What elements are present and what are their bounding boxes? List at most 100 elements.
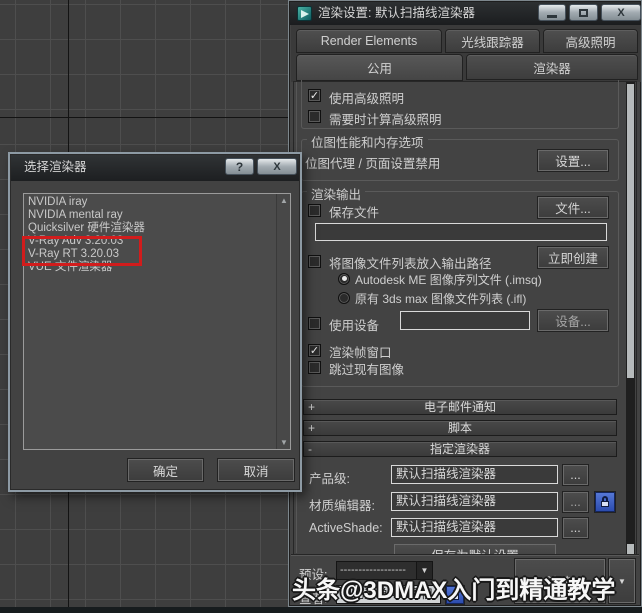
legacy-ifl-radio[interactable]	[338, 292, 350, 304]
compute-advanced-lighting-checkbox[interactable]	[308, 110, 321, 123]
tab-label: 渲染器	[533, 61, 571, 76]
radio-dot-icon	[341, 276, 347, 281]
choose-renderer-dialog: 选择渲染器 ? X NVIDIA iray NVIDIA mental ray …	[8, 152, 302, 492]
minimize-icon	[547, 14, 557, 18]
rollout-title: 指定渲染器	[429, 442, 490, 456]
minimize-button[interactable]	[538, 4, 566, 21]
autodesk-me-radio-label[interactable]: Autodesk ME 图像序列文件 (.imsq)	[355, 271, 542, 288]
render-output-group-title: 渲染输出	[307, 184, 366, 203]
list-item[interactable]: NVIDIA mental ray	[24, 209, 290, 222]
compute-advanced-lighting-label[interactable]: 需要时计算高级照明	[329, 109, 442, 128]
rollout-title: 电子邮件通知	[423, 400, 496, 414]
close-button[interactable]: X	[601, 4, 641, 21]
choose-renderer-titlebar[interactable]: 选择渲染器	[11, 155, 299, 181]
dialog-close-button[interactable]: X	[257, 158, 297, 175]
image-file-list-label[interactable]: 将图像文件列表放入输出路径	[329, 253, 492, 272]
render-frame-window-checkbox[interactable]: ✓	[308, 344, 321, 357]
use-device-label[interactable]: 使用设备	[329, 315, 379, 334]
button-label: ...	[570, 521, 581, 535]
watermark-text: 头条@3DMAX入门到精通教学	[292, 577, 616, 604]
tab-common[interactable]: 公用	[296, 54, 463, 81]
cancel-button[interactable]: 取消	[218, 459, 294, 481]
button-label: ...	[570, 468, 581, 482]
rollout-assign-renderer[interactable]: - 指定渲染器	[303, 441, 617, 457]
list-item[interactable]: Quicksilver 硬件渲染器	[24, 222, 290, 235]
close-icon: X	[617, 6, 625, 19]
viewport-bottom-edge	[0, 607, 642, 613]
material-editor-renderer-field: 默认扫描线渲染器	[391, 492, 558, 511]
dialog-title: 选择渲染器	[24, 160, 87, 174]
bitmap-proxy-status: 位图代理 / 页面设置禁用	[305, 157, 441, 171]
image-file-list-checkbox[interactable]	[308, 255, 321, 268]
tab-label: 公用	[366, 62, 392, 76]
save-file-label[interactable]: 保存文件	[329, 202, 379, 221]
ok-button[interactable]: 确定	[128, 459, 203, 481]
button-label: 设置...	[555, 155, 591, 169]
tab-label: Render Elements	[320, 34, 418, 48]
create-now-button[interactable]: 立即创建	[538, 247, 608, 268]
panel-scrollbar-thumb[interactable]	[627, 84, 634, 378]
rollout-scripts[interactable]: + 脚本	[303, 420, 617, 436]
use-advanced-lighting-label[interactable]: 使用高级照明	[329, 88, 404, 107]
rollout-title: 脚本	[447, 421, 472, 435]
save-file-checkbox[interactable]	[308, 204, 321, 217]
render-settings-window: 渲染设置: 默认扫描线渲染器 X Render Elements 光线跟踪器 高…	[288, 0, 642, 607]
device-field[interactable]	[400, 311, 530, 330]
dialog-help-button[interactable]: ?	[225, 158, 254, 175]
button-label: 确定	[152, 464, 178, 479]
tab-label: 光线跟踪器	[461, 35, 524, 50]
checkmark-icon: ✓	[309, 90, 320, 102]
list-item[interactable]: NVIDIA iray	[24, 196, 290, 209]
files-button[interactable]: 文件...	[538, 197, 608, 218]
help-icon: ?	[235, 159, 244, 174]
3ds-max-logo-icon	[297, 6, 312, 21]
button-label: 保存为默认设置	[431, 545, 519, 554]
skip-existing-checkbox[interactable]	[308, 361, 321, 374]
production-renderer-field: 默认扫描线渲染器	[391, 465, 558, 484]
lock-icon-body	[601, 501, 609, 507]
use-device-checkbox[interactable]	[308, 317, 321, 330]
footer-separator	[291, 554, 639, 556]
output-path-field[interactable]	[315, 223, 607, 241]
tab-label: 高级照明	[565, 35, 616, 50]
save-default-button-clip: 保存为默认设置	[394, 544, 556, 554]
tab-advanced-lighting[interactable]: 高级照明	[543, 29, 638, 53]
bitmap-setup-button[interactable]: 设置...	[538, 150, 608, 171]
use-advanced-lighting-checkbox[interactable]: ✓	[308, 89, 321, 102]
button-label: 设备...	[555, 315, 591, 329]
button-label: 取消	[243, 464, 269, 479]
material-editor-label: 材质编辑器:	[309, 499, 375, 513]
scroll-down-icon[interactable]: ▼	[277, 436, 291, 449]
save-default-button[interactable]: 保存为默认设置	[394, 544, 556, 554]
maximize-icon	[579, 8, 588, 17]
scroll-up-icon[interactable]: ▲	[277, 194, 291, 207]
maximize-button[interactable]	[569, 4, 598, 21]
plus-icon: +	[308, 421, 316, 435]
activeshade-label: ActiveShade:	[309, 521, 383, 535]
tab-raytracer[interactable]: 光线跟踪器	[445, 29, 540, 53]
list-scrollbar[interactable]: ▲ ▼	[276, 194, 290, 449]
skip-existing-label[interactable]: 跳过现有图像	[329, 359, 404, 378]
tab-render-elements[interactable]: Render Elements	[296, 29, 442, 53]
button-label: 立即创建	[547, 252, 598, 266]
production-more-button[interactable]: ...	[563, 465, 588, 485]
material-editor-lock-button[interactable]	[595, 492, 615, 512]
minus-icon: -	[308, 442, 312, 456]
tab-renderer[interactable]: 渲染器	[466, 54, 638, 80]
rollout-email-notifications[interactable]: + 电子邮件通知	[303, 399, 617, 415]
production-label: 产品级:	[309, 472, 350, 486]
red-highlight-annotation	[22, 236, 142, 266]
activeshade-renderer-field: 默认扫描线渲染器	[391, 518, 558, 537]
device-button[interactable]: 设备...	[538, 310, 608, 331]
autodesk-me-radio[interactable]	[338, 273, 350, 285]
bitmap-performance-group-title: 位图性能和内存选项	[307, 132, 428, 151]
renderer-list: NVIDIA iray NVIDIA mental ray Quicksilve…	[23, 193, 291, 450]
plus-icon: +	[308, 400, 316, 414]
legacy-ifl-radio-label[interactable]: 原有 3ds max 图像文件列表 (.ifl)	[355, 290, 526, 307]
close-icon: X	[273, 160, 281, 173]
button-label: ...	[570, 495, 581, 509]
activeshade-more-button[interactable]: ...	[563, 518, 588, 538]
material-editor-more-button[interactable]: ...	[563, 492, 588, 512]
button-label: 文件...	[555, 202, 591, 216]
window-title: 渲染设置: 默认扫描线渲染器	[318, 6, 475, 20]
